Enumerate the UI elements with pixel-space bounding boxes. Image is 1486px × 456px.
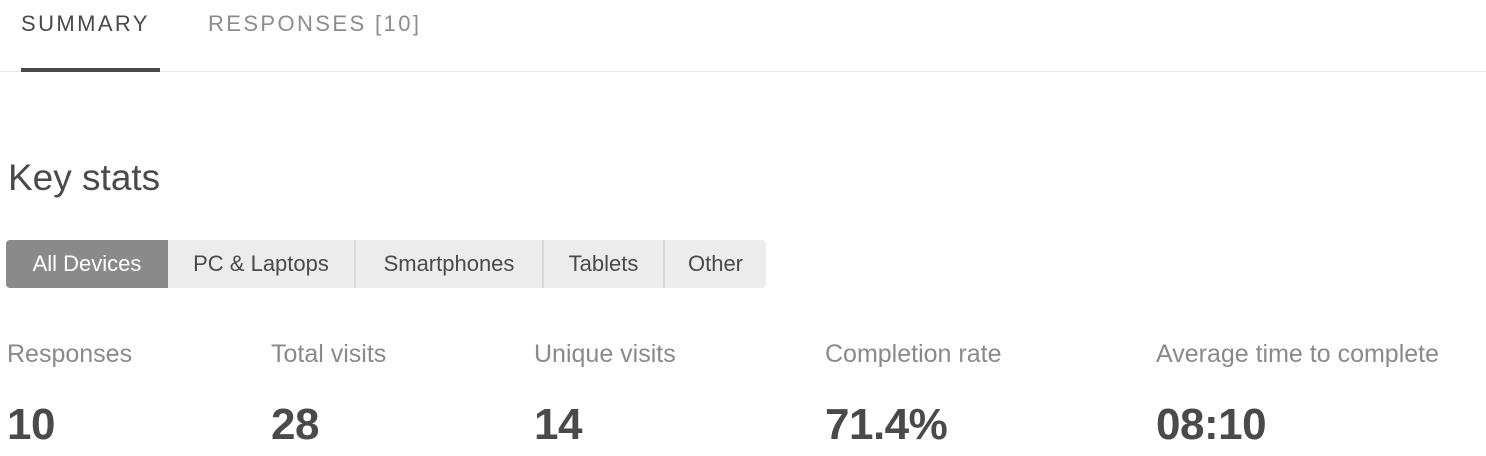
tab-bar: SUMMARY RESPONSES [10] <box>0 0 1486 72</box>
section-title: Key stats <box>8 157 161 198</box>
active-tab-indicator <box>21 68 160 72</box>
device-filter-smartphones[interactable]: Smartphones <box>356 240 544 288</box>
stat-average-time: Average time to complete 08:10 <box>1156 338 1439 453</box>
stat-completion-rate: Completion rate 71.4% <box>825 338 1001 453</box>
stat-total-visits: Total visits 28 <box>271 338 386 453</box>
tab-summary[interactable]: SUMMARY <box>21 10 150 38</box>
stat-label: Completion rate <box>825 340 1002 368</box>
tab-responses[interactable]: RESPONSES [10] <box>208 10 421 38</box>
device-filter-tablets[interactable]: Tablets <box>544 240 665 288</box>
device-filter: All Devices PC & Laptops Smartphones Tab… <box>6 240 766 288</box>
stat-value: 08:10 <box>1156 400 1267 449</box>
stat-value: 10 <box>7 400 55 449</box>
stat-label: Responses <box>7 340 133 368</box>
stat-label: Total visits <box>271 340 387 368</box>
device-filter-pc-laptops[interactable]: PC & Laptops <box>168 240 356 288</box>
device-filter-other[interactable]: Other <box>665 240 766 288</box>
stat-responses: Responses 10 <box>7 338 132 453</box>
stat-value: 71.4% <box>825 400 948 449</box>
stat-value: 14 <box>534 400 582 449</box>
stat-label: Average time to complete <box>1156 340 1440 368</box>
stat-value: 28 <box>271 400 319 449</box>
stat-label: Unique visits <box>534 340 676 368</box>
device-filter-all-devices[interactable]: All Devices <box>6 240 168 288</box>
stat-unique-visits: Unique visits 14 <box>534 338 676 453</box>
